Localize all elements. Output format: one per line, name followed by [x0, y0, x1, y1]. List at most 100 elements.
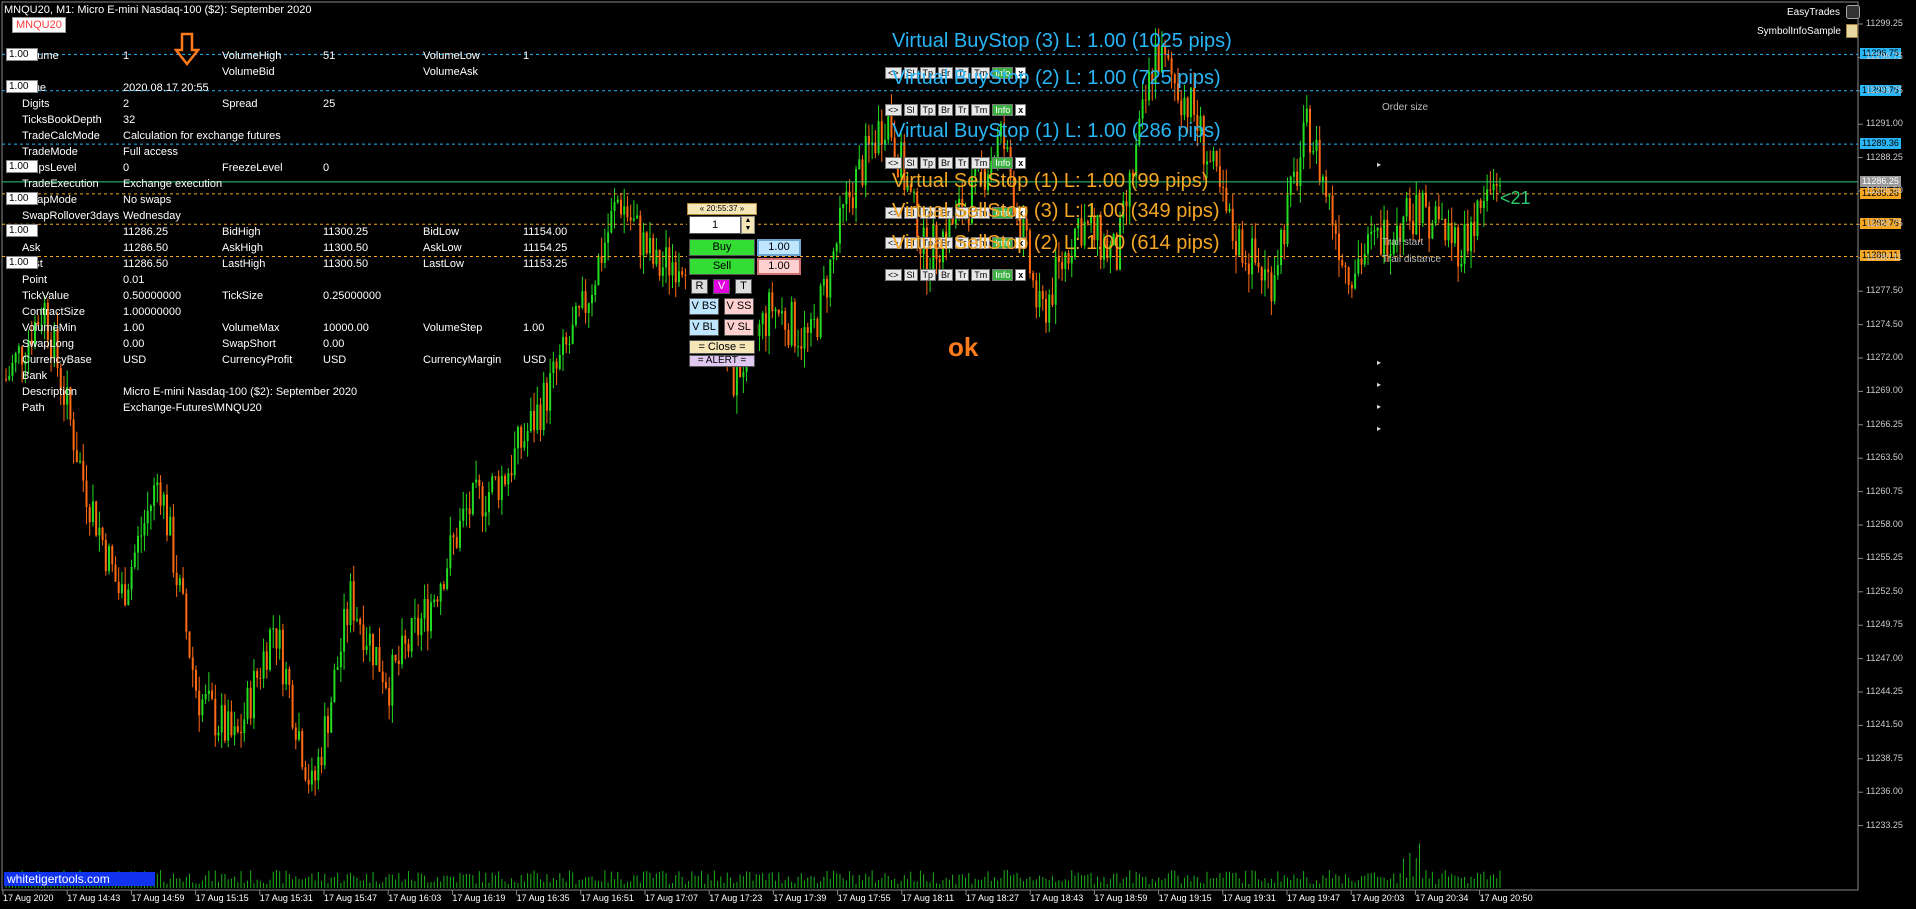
- breakeven-button[interactable]: Br: [938, 157, 954, 170]
- virtual-sellstop-button[interactable]: V SS: [724, 298, 754, 315]
- sl-button[interactable]: Sl: [903, 269, 918, 282]
- virtual-selllimit-button[interactable]: V SL: [724, 319, 754, 336]
- candle-body: [623, 206, 626, 215]
- time-axis-label: 17 Aug 16:19: [452, 893, 506, 903]
- sl-button[interactable]: Sl: [903, 157, 918, 170]
- lot-size-box[interactable]: 1.00: [6, 160, 38, 173]
- candle-body: [510, 473, 513, 476]
- candle-body: [777, 309, 780, 314]
- info-value: No swaps: [123, 194, 172, 206]
- info-key: CurrencyMargin: [423, 354, 502, 366]
- candle-body: [607, 232, 610, 243]
- info-button[interactable]: Info: [992, 103, 1014, 116]
- symbol-badge[interactable]: MNQU20: [12, 17, 66, 33]
- tp-button[interactable]: Tp: [919, 103, 937, 116]
- time-button[interactable]: Tm: [971, 269, 991, 282]
- candle-body: [108, 546, 111, 572]
- candle-body: [848, 191, 851, 198]
- alert-button[interactable]: = ALERT =: [689, 355, 755, 367]
- breakeven-button[interactable]: Br: [938, 269, 954, 282]
- buy-lot-field[interactable]: 1.00: [757, 239, 801, 256]
- trail-marker-icon: ▸: [1377, 358, 1382, 367]
- candle-body: [478, 479, 481, 487]
- candle-body: [1489, 189, 1492, 191]
- lot-size-box[interactable]: 1.00: [6, 224, 38, 237]
- r-button[interactable]: R: [691, 279, 708, 294]
- lot-size-box[interactable]: 1.00: [6, 192, 38, 205]
- lot-size-box[interactable]: 1.00: [6, 48, 38, 61]
- delete-order-button[interactable]: x: [1015, 269, 1027, 282]
- candle-body: [1325, 176, 1328, 197]
- tp-button[interactable]: Tp: [919, 269, 937, 282]
- qty-stepper[interactable]: ▲ ▼: [741, 216, 755, 234]
- candle-body: [552, 361, 555, 373]
- candle-body: [1415, 194, 1418, 235]
- modify-button[interactable]: <>: [885, 103, 902, 116]
- v-button[interactable]: V: [713, 279, 730, 294]
- candle-body: [610, 210, 613, 233]
- script-icon[interactable]: [1846, 24, 1858, 38]
- trail-button[interactable]: Tr: [955, 103, 970, 116]
- candle-body: [1412, 220, 1415, 235]
- candle-body: [455, 537, 458, 548]
- info-value: Exchange execution: [123, 178, 223, 190]
- t-button[interactable]: T: [735, 279, 752, 294]
- time-button[interactable]: Tm: [971, 157, 991, 170]
- candle-body: [523, 441, 526, 448]
- info-value: 0: [123, 162, 130, 174]
- trail-button[interactable]: Tr: [955, 157, 970, 170]
- lot-size-box[interactable]: 1.00: [6, 256, 38, 269]
- delete-order-button[interactable]: x: [1015, 157, 1027, 170]
- price-axis-label: 11296.75: [1866, 51, 1903, 62]
- candle-body: [764, 313, 767, 337]
- candle-body: [806, 327, 809, 333]
- candle-body: [143, 523, 146, 536]
- modify-button[interactable]: <>: [885, 269, 902, 282]
- buy-button[interactable]: Buy: [689, 239, 755, 256]
- breakeven-button[interactable]: Br: [938, 103, 954, 116]
- time-axis-label: 17 Aug 14:43: [67, 893, 121, 903]
- quantity-input[interactable]: 1: [689, 216, 741, 234]
- panel-clock: « 20:55:37 »: [687, 203, 757, 215]
- candle-body: [838, 207, 841, 244]
- tp-button[interactable]: Tp: [919, 157, 937, 170]
- trail-button[interactable]: Tr: [955, 269, 970, 282]
- candle-body: [481, 486, 484, 517]
- info-key: TicksBookDepth: [22, 114, 102, 126]
- candle-body: [178, 578, 181, 586]
- candle-body: [320, 756, 323, 766]
- candle-body: [494, 476, 497, 478]
- info-value: 1: [123, 50, 130, 62]
- info-key: VolumeBid: [222, 66, 275, 78]
- watermark-link[interactable]: whitetigertools.com: [4, 872, 155, 886]
- price-axis-label: 11269.00: [1866, 385, 1903, 396]
- candle-body: [591, 295, 594, 304]
- virtual-buystop-button[interactable]: V BS: [689, 298, 719, 315]
- candle-body: [500, 475, 503, 500]
- sl-button[interactable]: Sl: [903, 103, 918, 116]
- info-key: TradeCalcMode: [22, 130, 100, 142]
- trail-marker-icon: ▸: [1377, 380, 1382, 389]
- virtual-buylimit-button[interactable]: V BL: [689, 319, 719, 336]
- info-button[interactable]: Info: [992, 269, 1014, 282]
- info-button[interactable]: Info: [992, 157, 1014, 170]
- candle-body: [619, 199, 622, 215]
- candle-body: [491, 476, 494, 493]
- candle-body: [339, 651, 342, 668]
- candle-body: [1357, 258, 1360, 274]
- sell-lot-field[interactable]: 1.00: [757, 258, 801, 275]
- easytrades-icon[interactable]: [1846, 5, 1860, 19]
- sell-button[interactable]: Sell: [689, 258, 755, 275]
- candle-body: [227, 711, 230, 741]
- delete-order-button[interactable]: x: [1015, 103, 1027, 116]
- modify-button[interactable]: <>: [885, 157, 902, 170]
- info-value: Micro E-mini Nasdaq-100 ($2): September …: [123, 386, 358, 398]
- candle-body: [98, 527, 101, 536]
- close-button[interactable]: = Close =: [689, 340, 755, 354]
- lot-size-box[interactable]: 1.00: [6, 80, 38, 93]
- candle-body: [79, 460, 82, 463]
- info-value: 0.50000000: [123, 290, 182, 302]
- time-button[interactable]: Tm: [971, 103, 991, 116]
- candle-body: [867, 135, 870, 145]
- candle-body: [880, 121, 883, 145]
